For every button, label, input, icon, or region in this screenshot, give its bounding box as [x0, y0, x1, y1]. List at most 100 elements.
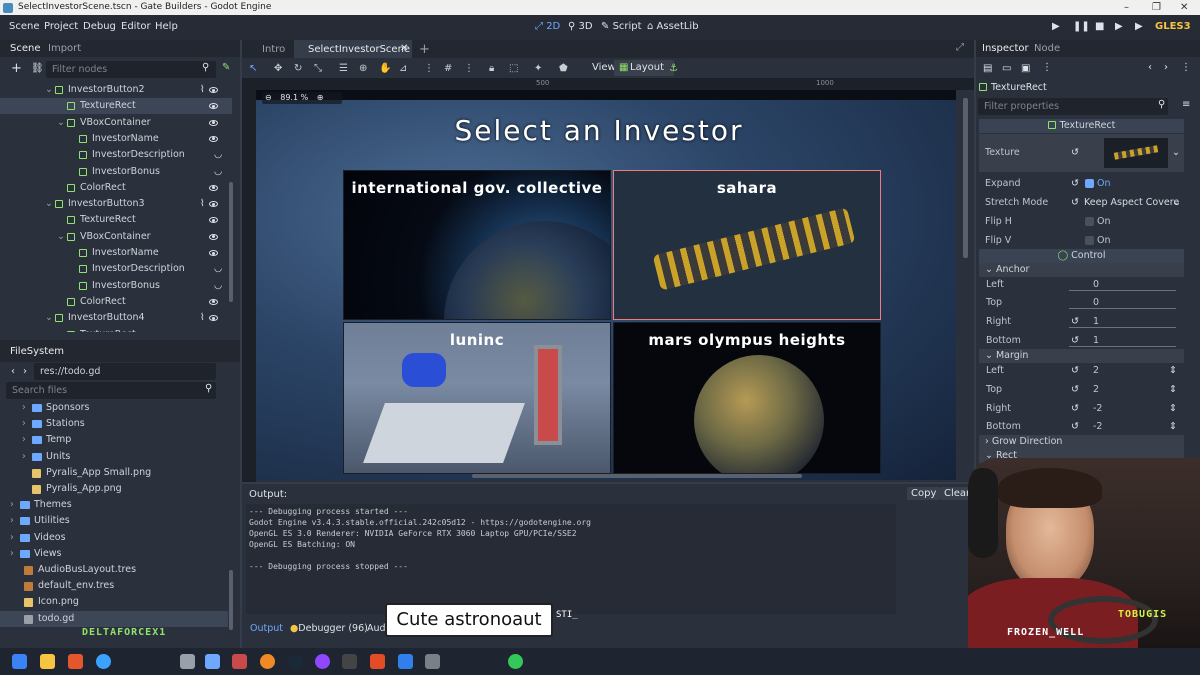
margin-right-revert-icon[interactable]: ↺	[1071, 400, 1079, 418]
scene-tree-node[interactable]: InvestorDescription ◡	[0, 261, 232, 277]
fullscreen-icon[interactable]: ⤢	[956, 42, 964, 53]
new-resource-icon[interactable]: ▤	[983, 63, 992, 74]
play-scene-icon[interactable]: ▶	[1115, 21, 1123, 32]
margin-bottom-value[interactable]: -2	[1093, 418, 1102, 436]
move-tool-icon[interactable]: ✥	[274, 64, 286, 74]
texture-preview[interactable]	[1104, 138, 1168, 168]
app-icon-2[interactable]	[180, 654, 195, 669]
file-item[interactable]: default_env.tres	[0, 578, 228, 594]
expand-property[interactable]: Expand ↺ On	[979, 175, 1184, 193]
new-tab-icon[interactable]: +	[419, 42, 430, 57]
view-menu[interactable]: View	[592, 62, 616, 73]
start-menu-icon[interactable]	[12, 654, 27, 669]
app-icon-8[interactable]	[508, 654, 523, 669]
tab-inspector[interactable]: Inspector	[982, 43, 1029, 54]
signal-icon[interactable]: ⌇	[200, 310, 205, 326]
play-icon[interactable]: ▶	[1052, 21, 1060, 32]
visibility-eye-icon[interactable]	[209, 250, 218, 256]
layout-menu[interactable]: ▦ Layout	[614, 60, 674, 76]
app-icon-6[interactable]	[370, 654, 385, 669]
bottom-tab-output[interactable]: Output	[250, 623, 283, 634]
anchor-right-revert-icon[interactable]: ↺	[1071, 313, 1079, 331]
visibility-eye-icon[interactable]	[209, 217, 218, 224]
save-resource-icon[interactable]: ▣	[1021, 63, 1030, 74]
stretch-mode-value[interactable]: Keep Aspect Covere	[1084, 194, 1179, 212]
inspector-options-icon[interactable]: ≡	[1182, 99, 1190, 110]
renderer-selector[interactable]: GLES3	[1155, 21, 1191, 32]
bottom-tab-audio[interactable]: Aud	[367, 623, 386, 634]
scene-tree-node[interactable]: InvestorName	[0, 245, 232, 261]
expand-checkbox[interactable]	[1085, 179, 1094, 188]
snap-options-icon[interactable]: ⋮	[464, 64, 476, 74]
scene-tree-node[interactable]: TextureRect	[0, 98, 232, 115]
folder-expand-icon[interactable]: ›	[22, 449, 26, 465]
scene-tree-node[interactable]: InvestorName	[0, 131, 232, 147]
file-item[interactable]: Pyralis_App Small.png	[0, 465, 228, 481]
anchor-left-property[interactable]: Left 0	[979, 276, 1184, 294]
anchor-right-property[interactable]: Right ↺ 1	[979, 313, 1184, 331]
stretch-mode-property[interactable]: Stretch Mode ↺ Keep Aspect Covere ⌄	[979, 194, 1184, 212]
pivot-tool-icon[interactable]: ⊕	[359, 64, 371, 74]
margin-section[interactable]: ⌄ Margin	[979, 349, 1184, 363]
hidden-eye-icon[interactable]: ◡	[214, 147, 222, 163]
blender-icon[interactable]	[260, 654, 275, 669]
script-filter-icon[interactable]: ✎	[222, 62, 230, 73]
hidden-eye-icon[interactable]: ◡	[214, 164, 222, 180]
back-icon[interactable]: ‹	[11, 366, 15, 377]
investor-card-luninc[interactable]: luninc	[343, 322, 611, 474]
margin-bottom-property[interactable]: Bottom ↺ -2 ⇕	[979, 418, 1184, 436]
stretch-dropdown-icon[interactable]: ⌄	[1173, 194, 1181, 212]
inspected-node[interactable]: TextureRect	[979, 80, 1184, 96]
anchor-top-value[interactable]: 0	[1093, 294, 1099, 312]
link-icon[interactable]: ⛓	[31, 63, 44, 74]
app-icon-3[interactable]	[205, 654, 220, 669]
visibility-eye-icon[interactable]	[209, 135, 218, 142]
file-item[interactable]: › Utilities	[0, 513, 228, 529]
flip-h-checkbox[interactable]	[1085, 217, 1094, 226]
tab-select-investor[interactable]: SelectInvestorScene ✕	[294, 40, 412, 58]
file-item[interactable]: › Stations	[0, 416, 228, 432]
app-icon-5[interactable]	[342, 654, 357, 669]
scene-tree-node[interactable]: TextureRect	[0, 327, 232, 332]
signal-icon[interactable]: ⌇	[200, 82, 205, 98]
expand-toggle-icon[interactable]: ⌄	[57, 115, 65, 131]
investor-card-igc[interactable]: international gov. collective	[343, 170, 611, 320]
folder-expand-icon[interactable]: ›	[10, 497, 14, 513]
history-forward-icon[interactable]: ›	[1164, 62, 1168, 73]
visibility-eye-icon[interactable]	[209, 184, 218, 191]
list-tool-icon[interactable]: ☰	[339, 64, 351, 74]
anchor-icon[interactable]: ⚓︎	[669, 64, 681, 74]
brave-browser-icon[interactable]	[68, 654, 83, 669]
select-tool-icon[interactable]: ↖	[249, 64, 261, 74]
visibility-eye-icon[interactable]	[209, 87, 218, 93]
investor-card-mars[interactable]: mars olympus heights	[613, 322, 881, 474]
zoom-out-icon[interactable]: ⊖	[265, 93, 272, 102]
menu-debug[interactable]: Debug	[83, 21, 116, 32]
tab-intro[interactable]: Intro	[262, 44, 285, 55]
scene-tree-node[interactable]: ⌄ VBoxContainer	[0, 229, 232, 245]
menu-project[interactable]: Project	[44, 21, 78, 32]
file-item[interactable]: › Sponsors	[0, 400, 228, 416]
expand-toggle-icon[interactable]: ⌄	[45, 82, 53, 98]
add-node-icon[interactable]: +	[11, 61, 22, 76]
tab-scene[interactable]: Scene	[10, 43, 41, 54]
folder-expand-icon[interactable]: ›	[22, 416, 26, 432]
file-item[interactable]: › Videos	[0, 530, 228, 546]
pause-icon[interactable]: ❚❚	[1073, 21, 1090, 32]
folder-expand-icon[interactable]: ›	[22, 400, 26, 416]
forward-icon[interactable]: ›	[23, 366, 27, 377]
search-files-input[interactable]: Search files	[6, 382, 216, 399]
expand-toggle-icon[interactable]: ⌄	[57, 229, 65, 245]
lock-icon[interactable]: 🔒︎	[489, 64, 501, 74]
scene-tree-node[interactable]: ColorRect	[0, 180, 232, 196]
folder-expand-icon[interactable]: ›	[10, 513, 14, 529]
workspace-script[interactable]: ✎ Script	[601, 21, 642, 32]
maximize-button[interactable]: ❐	[1152, 0, 1161, 15]
scene-tree-scrollbar[interactable]	[229, 182, 233, 302]
texture-dropdown-icon[interactable]: ⌄	[1172, 144, 1180, 162]
margin-bottom-revert-icon[interactable]: ↺	[1071, 418, 1079, 436]
filter-properties-input[interactable]: Filter properties	[978, 98, 1168, 115]
canvas-viewport[interactable]: 500 1000 ⊖ 89.1 % ⊕ Select an Investor i…	[242, 78, 974, 482]
flip-v-checkbox[interactable]	[1085, 236, 1094, 245]
minimize-button[interactable]: –	[1124, 0, 1129, 15]
